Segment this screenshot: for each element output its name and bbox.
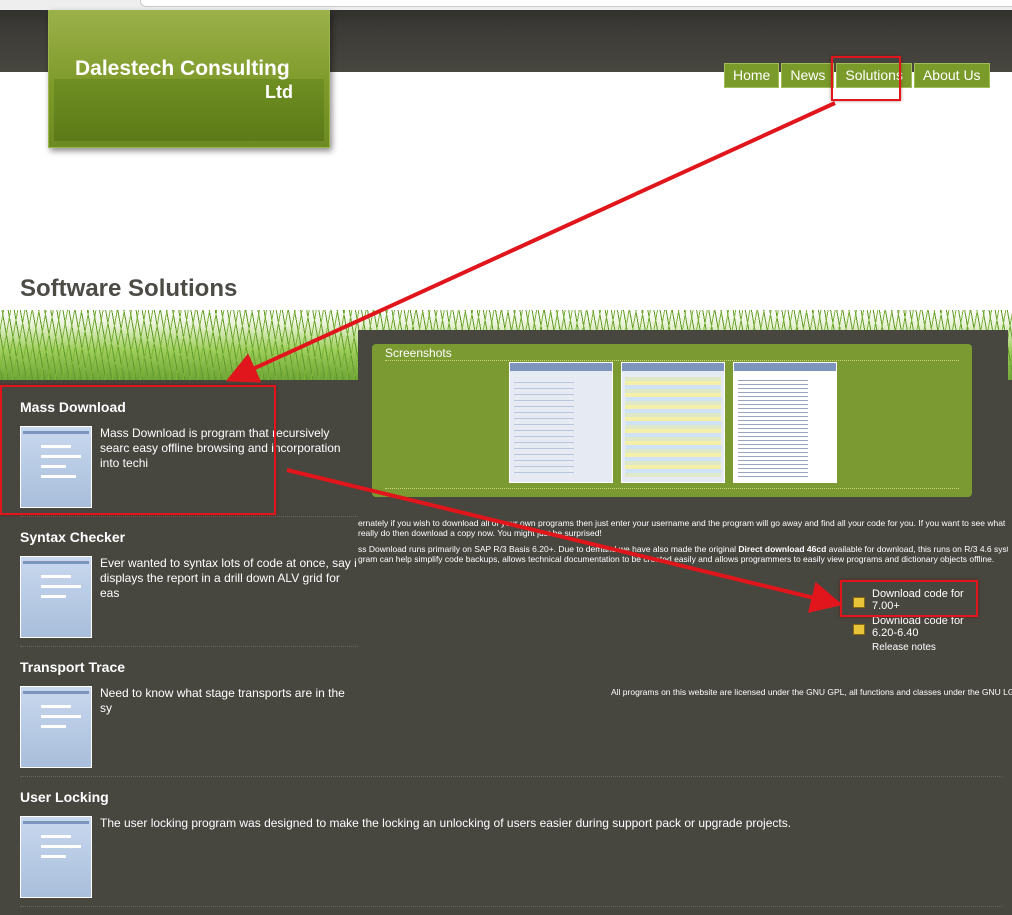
- arrow-to-mass-download: [225, 101, 836, 383]
- arrow-to-download: [286, 468, 843, 613]
- annotation-arrows: [225, 101, 843, 613]
